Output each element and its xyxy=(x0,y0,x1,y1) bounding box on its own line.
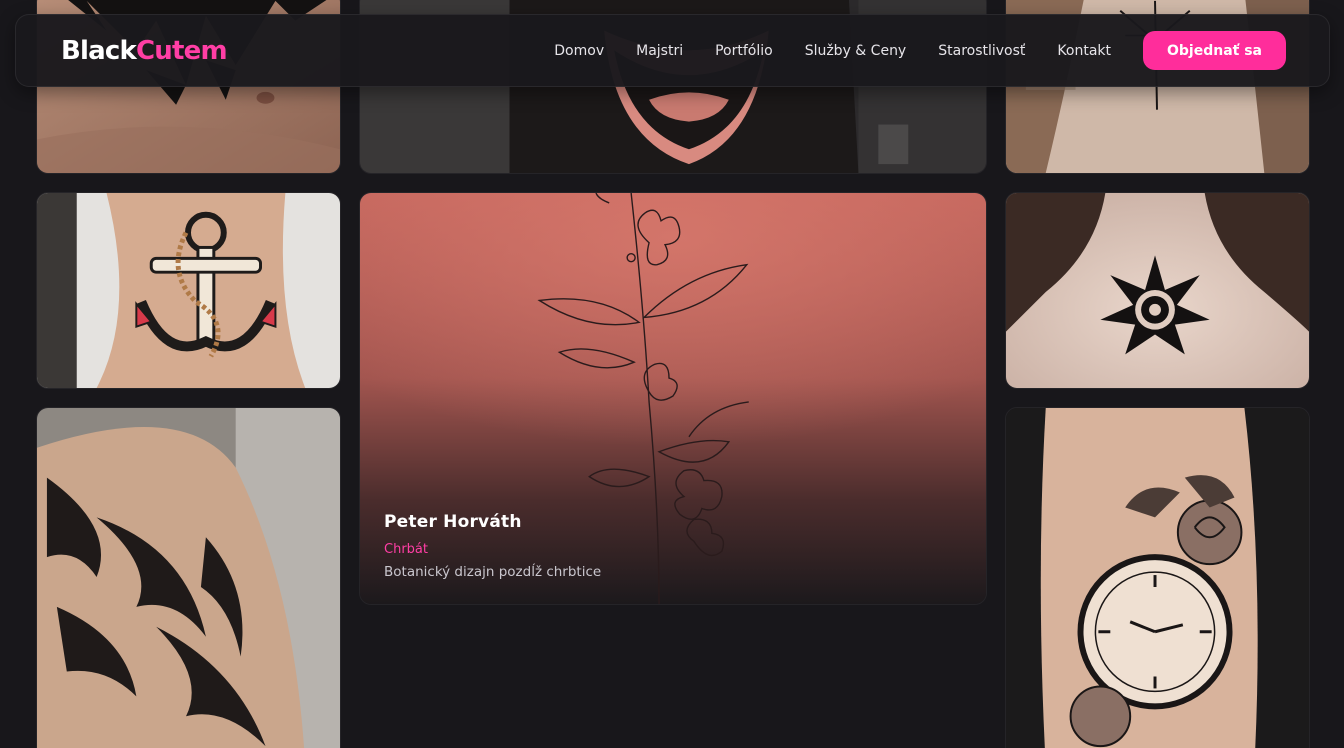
nav-link-domov[interactable]: Domov xyxy=(554,43,604,59)
gallery-item-mandala-tattoo[interactable] xyxy=(1005,192,1310,389)
brand-logo-part2: Cutem xyxy=(135,35,228,66)
book-appointment-button[interactable]: Objednať sa xyxy=(1143,31,1286,70)
tattoo-placement: Chrbát xyxy=(384,542,428,557)
artist-name: Peter Horváth xyxy=(384,512,522,532)
gallery-item-anchor-tattoo[interactable] xyxy=(36,192,341,389)
mandala-tattoo-image xyxy=(1006,193,1309,388)
tattoo-description: Botanický dizajn pozdĺž chrbtice xyxy=(384,564,602,580)
tribal-arm-tattoo-image xyxy=(37,408,340,748)
gallery-item-tribal-arm-tattoo[interactable] xyxy=(36,407,341,748)
gallery-item-clock-rose-tattoo[interactable] xyxy=(1005,407,1310,748)
nav-link-starostlivost[interactable]: Starostlivosť xyxy=(938,43,1025,59)
featured-gallery-card[interactable]: Peter Horváth Chrbát Botanický dizajn po… xyxy=(359,192,987,605)
anchor-tattoo-image xyxy=(37,193,340,388)
clock-rose-tattoo-image xyxy=(1006,408,1309,748)
nav-link-kontakt[interactable]: Kontakt xyxy=(1057,43,1111,59)
featured-caption: Peter Horváth Chrbát Botanický dizajn po… xyxy=(384,512,962,580)
nav-link-majstri[interactable]: Majstri xyxy=(636,43,683,59)
nav-link-portfolio[interactable]: Portfólio xyxy=(715,43,773,59)
brand-logo-part1: Black xyxy=(61,35,137,66)
nav-link-sluzby-ceny[interactable]: Služby & Ceny xyxy=(805,43,907,59)
nav-menu: Domov Majstri Portfólio Služby & Ceny St… xyxy=(554,31,1286,70)
brand-logo[interactable]: BlackCutem xyxy=(61,35,228,66)
portfolio-page: Peter Horváth Chrbát Botanický dizajn po… xyxy=(0,0,1344,748)
top-navbar: BlackCutem Domov Majstri Portfólio Služb… xyxy=(15,14,1330,87)
